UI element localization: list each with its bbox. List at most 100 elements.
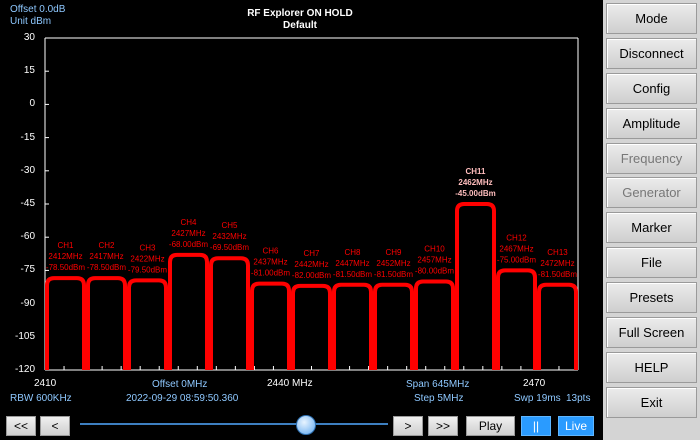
freq-offset: Offset 0MHz bbox=[152, 379, 208, 390]
channel-labels-label: -81.50dBm bbox=[538, 270, 577, 279]
channel-labels: CH1 2412MHz -78.50dBm CH2 2417MHz -78.50dBm CH… bbox=[46, 167, 577, 280]
prev-button[interactable]: < bbox=[40, 416, 70, 436]
playback-slider-track[interactable] bbox=[80, 423, 388, 425]
live-button[interactable]: Live bbox=[558, 416, 594, 436]
channel-labels-label: -81.00dBm bbox=[251, 269, 290, 278]
playback-bar: << < > >> Play || Live bbox=[0, 412, 603, 440]
channel-categories-label: CH6 bbox=[262, 247, 279, 256]
channel-labels-label: -78.50dBm bbox=[46, 263, 85, 272]
channel-bar-ch1 bbox=[45, 276, 86, 370]
full-screen-button[interactable]: Full Screen bbox=[606, 317, 697, 348]
channel-bar-ch5 bbox=[209, 256, 250, 370]
channel-categories-label: CH12 bbox=[506, 233, 527, 242]
channel-categories-label: CH1 bbox=[57, 241, 74, 250]
playback-slider-thumb[interactable] bbox=[295, 415, 316, 435]
channel-frequencies-label: 2462MHz bbox=[458, 178, 492, 187]
help-button[interactable]: HELP bbox=[606, 352, 697, 383]
channel-categories-label: CH8 bbox=[344, 248, 361, 257]
channel-bar-ch8 bbox=[332, 282, 373, 370]
file-button[interactable]: File bbox=[606, 247, 697, 278]
channel-bar-ch9 bbox=[373, 282, 414, 370]
channel-bar-ch10 bbox=[414, 279, 455, 370]
exit-button[interactable]: Exit bbox=[606, 387, 697, 418]
last-button[interactable]: >> bbox=[428, 416, 458, 436]
y-tick-label: -75 bbox=[20, 264, 35, 276]
capture-timestamp: 2022-09-29 08:59:50.360 bbox=[126, 393, 239, 404]
channel-frequencies-label: 2472MHz bbox=[540, 259, 574, 268]
y-tick-label: 15 bbox=[23, 65, 35, 77]
marker-button[interactable]: Marker bbox=[606, 212, 697, 243]
channel-labels-label: -68.00dBm bbox=[169, 240, 208, 249]
channel-bars bbox=[45, 202, 578, 370]
x-center-freq: 2440 MHz bbox=[267, 378, 313, 389]
generator-button[interactable]: Generator bbox=[606, 177, 697, 208]
channel-labels-label: -81.50dBm bbox=[374, 270, 413, 279]
y-tick-label: 30 bbox=[23, 32, 35, 43]
channel-bar-ch7 bbox=[291, 283, 332, 370]
channel-frequencies-label: 2432MHz bbox=[212, 232, 246, 241]
channel-categories-label: CH4 bbox=[180, 218, 197, 227]
disconnect-button[interactable]: Disconnect bbox=[606, 38, 697, 69]
channel-bar-ch6 bbox=[250, 281, 291, 370]
y-tick-label: -15 bbox=[20, 131, 35, 143]
channel-frequencies-label: 2412MHz bbox=[48, 252, 82, 261]
x-tick-marks bbox=[63, 366, 560, 370]
channel-labels-label: -45.00dBm bbox=[455, 189, 495, 198]
channel-frequencies-label: 2427MHz bbox=[171, 229, 205, 238]
channel-labels-label: -79.50dBm bbox=[128, 265, 167, 274]
channel-frequencies-label: 2422MHz bbox=[130, 254, 164, 263]
channel-bar-ch12 bbox=[496, 268, 537, 370]
first-button[interactable]: << bbox=[6, 416, 36, 436]
next-button[interactable]: > bbox=[393, 416, 423, 436]
channel-labels-label: -78.50dBm bbox=[87, 263, 126, 272]
frequency-button[interactable]: Frequency bbox=[606, 143, 697, 174]
y-tick-label: -60 bbox=[20, 231, 35, 243]
amplitude-button[interactable]: Amplitude bbox=[606, 108, 697, 139]
channel-frequencies-label: 2442MHz bbox=[294, 260, 328, 269]
channel-bar-ch3 bbox=[127, 278, 168, 370]
pause-button[interactable]: || bbox=[521, 416, 551, 436]
channel-categories-label: CH7 bbox=[303, 249, 320, 258]
sweep-time: Swp 19ms bbox=[514, 393, 561, 404]
channel-categories-label: CH10 bbox=[424, 244, 445, 253]
channel-frequencies-label: 2437MHz bbox=[253, 258, 287, 267]
presets-button[interactable]: Presets bbox=[606, 282, 697, 313]
mode-button[interactable]: Mode bbox=[606, 3, 697, 34]
point-count: 13pts bbox=[566, 393, 591, 404]
y-tick-label: -120 bbox=[14, 364, 35, 375]
channel-labels-label: -75.00dBm bbox=[497, 255, 536, 264]
channel-frequencies-label: 2417MHz bbox=[89, 252, 123, 261]
y-tick-label: 0 bbox=[29, 98, 35, 110]
channel-categories-label: CH2 bbox=[98, 241, 115, 250]
channel-bar-ch13 bbox=[537, 282, 578, 370]
channel-bar-ch2 bbox=[86, 276, 127, 370]
x-end-freq: 2470 bbox=[523, 378, 546, 389]
y-tick-label: -105 bbox=[14, 330, 35, 342]
channel-categories-label: CH13 bbox=[547, 248, 568, 257]
x-start-freq: 2410 bbox=[34, 378, 57, 389]
step-readout: Step 5MHz bbox=[414, 393, 464, 404]
play-button[interactable]: Play bbox=[466, 416, 515, 436]
y-tick-label: -30 bbox=[20, 164, 35, 176]
y-tick-label: -90 bbox=[20, 297, 35, 309]
channel-bar-ch4 bbox=[168, 252, 209, 370]
channel-bar-ch11 bbox=[455, 202, 496, 370]
channel-frequencies-label: 2447MHz bbox=[335, 259, 369, 268]
channel-labels-label: -82.00dBm bbox=[292, 271, 331, 280]
channel-labels-label: -81.50dBm bbox=[333, 270, 372, 279]
channel-categories-label: CH11 bbox=[465, 167, 486, 176]
channel-frequencies-label: 2452MHz bbox=[376, 259, 410, 268]
channel-categories-label: CH3 bbox=[139, 243, 156, 252]
span-readout: Span 645MHz bbox=[406, 379, 470, 390]
config-button[interactable]: Config bbox=[606, 73, 697, 104]
channel-labels-label: -69.50dBm bbox=[210, 243, 249, 252]
channel-categories-label: CH5 bbox=[221, 221, 238, 230]
channel-frequencies-label: 2457MHz bbox=[417, 255, 451, 264]
y-tick-label: -45 bbox=[20, 198, 35, 209]
spectrum-screen: Offset 0.0dB Unit dBm RF Explorer ON HOL… bbox=[0, 0, 603, 412]
rbw-readout: RBW 600KHz bbox=[10, 393, 72, 404]
channel-categories-label: CH9 bbox=[385, 248, 402, 257]
channel-frequencies-label: 2467MHz bbox=[499, 244, 533, 253]
spectrum-chart: CH1 2412MHz -78.50dBm CH2 2417MHz -78.50dBm CH… bbox=[44, 37, 579, 371]
side-menu: Mode Disconnect Config Amplitude Frequen… bbox=[603, 0, 700, 440]
